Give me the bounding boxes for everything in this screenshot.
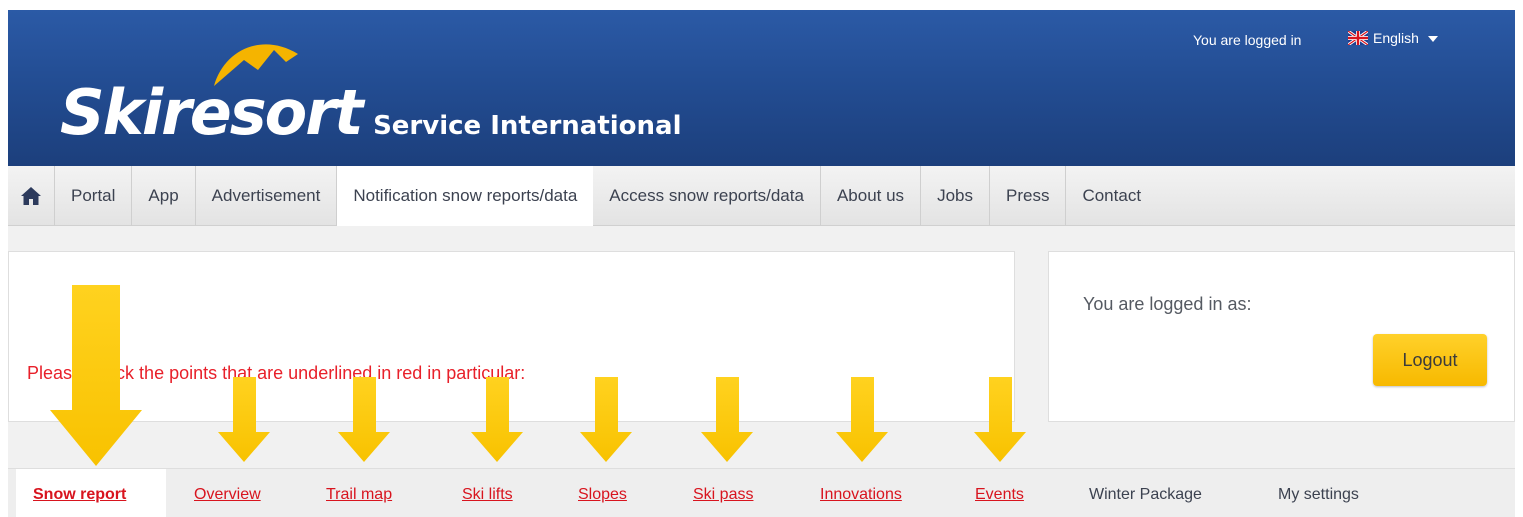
logged-in-status: You are logged in bbox=[1193, 32, 1302, 48]
sub-tabs: Snow report Overview Trail map Ski lifts… bbox=[8, 468, 1515, 517]
tab-events[interactable]: Events bbox=[975, 486, 1024, 504]
tab-ski-lifts[interactable]: Ski lifts bbox=[462, 486, 513, 504]
tab-ski-pass[interactable]: Ski pass bbox=[693, 486, 753, 504]
language-selector[interactable]: English bbox=[1348, 30, 1438, 46]
nav-contact[interactable]: Contact bbox=[1066, 166, 1157, 226]
tab-slopes[interactable]: Slopes bbox=[578, 486, 627, 504]
main-nav: Portal App Advertisement Notification sn… bbox=[8, 166, 1515, 226]
nav-portal[interactable]: Portal bbox=[55, 166, 133, 226]
language-label: English bbox=[1373, 30, 1419, 46]
nav-access-snow-reports[interactable]: Access snow reports/data bbox=[593, 166, 821, 226]
nav-about-us[interactable]: About us bbox=[821, 166, 922, 226]
home-icon bbox=[21, 187, 41, 205]
notice-panel: Please check the points that are underli… bbox=[8, 251, 1015, 422]
nav-advertisement[interactable]: Advertisement bbox=[196, 166, 338, 226]
nav-jobs[interactable]: Jobs bbox=[921, 166, 990, 226]
tab-winter-package[interactable]: Winter Package bbox=[1089, 486, 1202, 504]
uk-flag-icon bbox=[1348, 31, 1368, 45]
notice-text: Please check the points that are underli… bbox=[27, 363, 526, 383]
login-panel: You are logged in as: Logout bbox=[1048, 251, 1515, 422]
logo-main-text: Skiresort bbox=[60, 76, 363, 149]
tab-overview[interactable]: Overview bbox=[194, 486, 261, 504]
tab-snow-report[interactable]: Snow report bbox=[33, 486, 126, 504]
tab-my-settings[interactable]: My settings bbox=[1278, 486, 1359, 504]
site-header: Skiresort Service International You are … bbox=[8, 10, 1515, 166]
logo-text: Skiresort Service International bbox=[60, 76, 682, 149]
tab-trail-map[interactable]: Trail map bbox=[326, 486, 392, 504]
caret-down-icon bbox=[1427, 36, 1438, 42]
nav-notification-snow-reports[interactable]: Notification snow reports/data bbox=[337, 166, 594, 226]
nav-home[interactable] bbox=[8, 166, 55, 226]
site-logo[interactable]: Skiresort Service International bbox=[60, 32, 682, 152]
nav-app[interactable]: App bbox=[132, 166, 196, 226]
nav-press[interactable]: Press bbox=[990, 166, 1067, 226]
tab-innovations[interactable]: Innovations bbox=[820, 486, 902, 504]
logo-sub-text: Service International bbox=[373, 111, 682, 141]
logout-button[interactable]: Logout bbox=[1373, 334, 1487, 386]
logged-in-as-label: You are logged in as: bbox=[1083, 294, 1252, 314]
